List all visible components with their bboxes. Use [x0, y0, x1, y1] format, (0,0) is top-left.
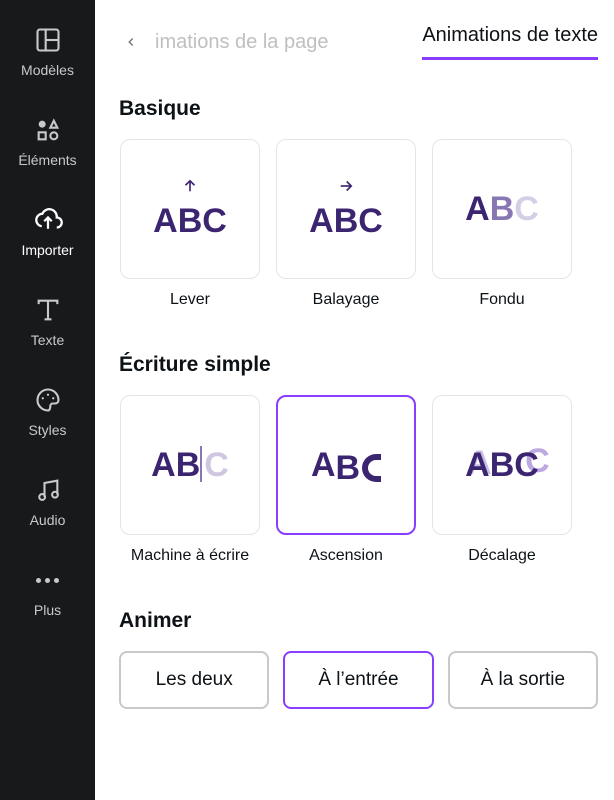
templates-icon: [32, 24, 64, 56]
main-panel: imations de la page Animations de texte …: [95, 0, 614, 800]
sidebar-item-more[interactable]: Plus: [0, 558, 95, 624]
sidebar-item-label: Éléments: [18, 152, 76, 168]
sidebar-item-audio[interactable]: Audio: [0, 468, 95, 534]
card-label: Fondu: [479, 291, 524, 309]
animer-options: Les deux À l’entrée À la sortie: [119, 651, 598, 709]
card-label: Décalage: [468, 547, 536, 565]
abc-text: A C ABC: [465, 446, 539, 485]
grid-simple: ABC Machine à écrire AB Ascension A C AB…: [119, 395, 598, 565]
tab-page-animations[interactable]: imations de la page: [155, 31, 328, 54]
card-label: Machine à écrire: [131, 547, 249, 565]
back-button[interactable]: [119, 30, 143, 54]
preview-typewriter[interactable]: ABC: [120, 395, 260, 535]
card-decalage: A C ABC Décalage: [431, 395, 573, 565]
abc-text: ABC: [309, 202, 383, 241]
sidebar-item-styles[interactable]: Styles: [0, 378, 95, 444]
preview-balayage[interactable]: ABC: [276, 139, 416, 279]
sidebar-item-label: Plus: [34, 602, 61, 618]
arrow-right-icon: [337, 177, 355, 200]
card-label: Ascension: [309, 547, 383, 565]
animer-both-button[interactable]: Les deux: [119, 651, 269, 709]
palette-icon: [32, 384, 64, 416]
card-label: Balayage: [313, 291, 380, 309]
preview-fondu[interactable]: ABC: [432, 139, 572, 279]
abc-text: AB: [311, 446, 381, 485]
sidebar-item-label: Texte: [31, 332, 64, 348]
card-fondu: ABC Fondu: [431, 139, 573, 309]
section-title-animer: Animer: [119, 609, 598, 633]
sidebar-item-import[interactable]: Importer: [0, 198, 95, 264]
sidebar-item-elements[interactable]: Éléments: [0, 108, 95, 174]
preview-ascension[interactable]: AB: [276, 395, 416, 535]
tabs: imations de la page Animations de texte: [119, 24, 598, 61]
sidebar-item-templates[interactable]: Modèles: [0, 18, 95, 84]
card-balayage: ABC Balayage: [275, 139, 417, 309]
abc-text: ABC: [153, 202, 227, 241]
tab-text-animations[interactable]: Animations de texte: [422, 24, 598, 60]
animer-enter-button[interactable]: À l’entrée: [283, 651, 433, 709]
card-typewriter: ABC Machine à écrire: [119, 395, 261, 565]
sidebar-item-label: Styles: [28, 422, 66, 438]
sidebar-item-label: Importer: [21, 242, 73, 258]
section-title-simple: Écriture simple: [119, 353, 598, 377]
sidebar-item-label: Modèles: [21, 62, 74, 78]
text-icon: [32, 294, 64, 326]
abc-text: ABC: [151, 446, 229, 485]
upload-icon: [32, 204, 64, 236]
card-ascension: AB Ascension: [275, 395, 417, 565]
music-icon: [32, 474, 64, 506]
sidebar-item-text[interactable]: Texte: [0, 288, 95, 354]
ellipsis-icon: [32, 564, 64, 596]
sidebar: Modèles Éléments Importer: [0, 0, 95, 800]
sidebar-item-label: Audio: [30, 512, 66, 528]
section-title-basic: Basique: [119, 97, 598, 121]
animer-exit-button[interactable]: À la sortie: [448, 651, 598, 709]
card-lever: ABC Lever: [119, 139, 261, 309]
preview-decalage[interactable]: A C ABC: [432, 395, 572, 535]
card-label: Lever: [170, 291, 210, 309]
elements-icon: [32, 114, 64, 146]
arrow-up-icon: [181, 177, 199, 200]
abc-text: ABC: [465, 190, 539, 229]
grid-basic: ABC Lever ABC Balayage ABC Fondu: [119, 139, 598, 309]
preview-lever[interactable]: ABC: [120, 139, 260, 279]
